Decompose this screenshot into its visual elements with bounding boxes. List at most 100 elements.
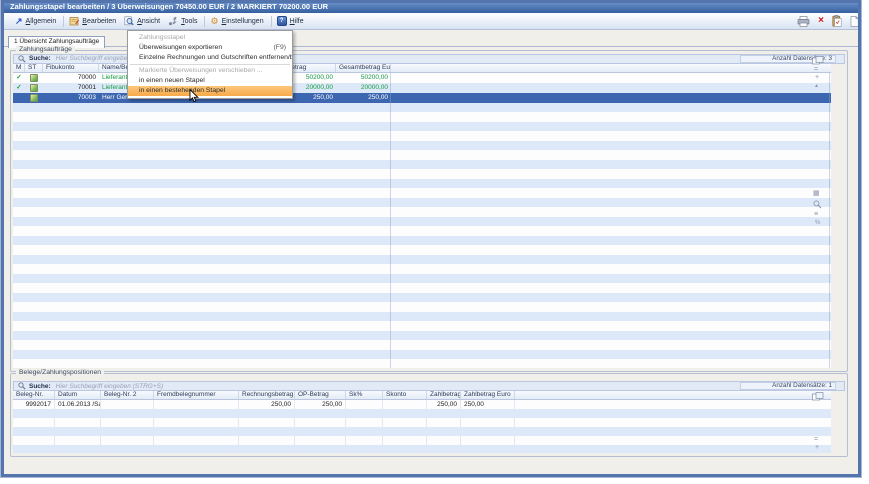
empty-row [13, 217, 831, 227]
empty-row [13, 160, 831, 170]
empty-row [13, 312, 831, 322]
cell [239, 418, 295, 427]
tools-menu: ZahlungsstapelÜberweisungen exportieren(… [127, 30, 293, 99]
empty-row [13, 198, 831, 208]
cell [515, 427, 831, 436]
search-label: Suche: [29, 55, 51, 62]
percent-icon[interactable]: % [815, 220, 820, 227]
row-lines-icon[interactable]: ≡ [814, 211, 818, 218]
menu-item[interactable]: Einzelne Rechnungen und Gutschriften ent… [128, 53, 292, 63]
menu-label: Ansicht [137, 18, 160, 25]
menu-label: Allgemein [26, 18, 57, 25]
cell [346, 427, 383, 436]
cell [154, 445, 239, 453]
payment-doc-icon [30, 94, 38, 102]
search-rows-icon[interactable] [813, 200, 822, 209]
empty-row [13, 179, 831, 189]
menu-item[interactable]: Überweisungen exportieren(F9) [128, 43, 292, 53]
table-row[interactable]: 999201701.06.2013 /Sa250,00250,00250,002… [13, 400, 831, 409]
grid-settings-icon[interactable]: ▦ [813, 190, 820, 197]
cell [13, 409, 55, 418]
help-icon: ? [277, 16, 287, 26]
empty-row [13, 122, 831, 132]
menu-einstellungen[interactable]: ⚙ Einstellungen [207, 16, 268, 27]
menu-shortcut: (F9) [274, 43, 286, 53]
cell [55, 418, 101, 427]
empty-row [13, 283, 831, 293]
grid-divider [829, 73, 830, 368]
menu-label: Hilfe [290, 18, 304, 25]
positions-search-input[interactable]: Suche: Hier Suchbegriff eingeben (STRG+S… [13, 381, 845, 391]
cell [13, 436, 55, 445]
cell [154, 436, 239, 445]
menu-allgemein[interactable]: ↗ Allgemein [12, 16, 61, 27]
cell: 250,00 [239, 400, 295, 409]
status-cell [25, 83, 43, 93]
column-header[interactable]: Rechnungsbetrag [239, 391, 295, 399]
cell [154, 400, 239, 409]
resize-rows-icon[interactable]: = [814, 436, 818, 443]
cell [101, 445, 154, 453]
menu-item[interactable]: in einen neuen Stapel [128, 76, 292, 86]
toolbar-separator [63, 16, 64, 27]
search-icon [18, 55, 26, 63]
cell [239, 445, 295, 453]
plus-icon[interactable]: + [815, 444, 819, 451]
column-header[interactable]: Zahlbetrag Euro [461, 391, 515, 399]
cell [55, 445, 101, 453]
column-chooser-icon[interactable] [812, 392, 824, 401]
menu-bearbeiten[interactable]: Bearbeiten [66, 15, 121, 27]
arrow-ne-icon: ↗ [15, 17, 23, 26]
menu-tools[interactable]: Tools [165, 15, 202, 27]
empty-row [13, 436, 831, 445]
sort-up-icon[interactable]: ▲ [814, 83, 819, 90]
payments-grid: MSTFibukontoName/BezeichnungGesamtbetrag… [13, 64, 831, 368]
column-header[interactable]: Datum [55, 391, 101, 399]
column-header[interactable]: Sk% [346, 391, 383, 399]
cell: 70000 [43, 73, 99, 83]
cell [55, 409, 101, 418]
new-document-icon[interactable] [850, 16, 859, 27]
plus-icon[interactable]: + [815, 74, 819, 81]
column-header[interactable]: Beleg-Nr. 2 [101, 391, 154, 399]
empty-row [13, 427, 831, 436]
menu-hilfe[interactable]: ? Hilfe [274, 15, 309, 27]
menu-label: Bearbeiten [82, 18, 116, 25]
resize-rows-icon[interactable]: = [814, 66, 818, 73]
empty-row [13, 321, 831, 331]
search-label: Suche: [29, 383, 51, 390]
cell [391, 83, 831, 93]
titlebar: Zahlungsstapel bearbeiten / 3 Überweisun… [1, 0, 861, 13]
cell [101, 418, 154, 427]
menubar: ↗ Allgemein Bearbeiten Ansicht Tools ⚙ E… [4, 13, 858, 30]
delete-icon[interactable]: × [818, 16, 824, 26]
column-header[interactable]: Fibukonto [43, 64, 99, 72]
paste-icon[interactable] [832, 15, 842, 27]
cell [427, 445, 461, 453]
column-header[interactable]: OP-Betrag [295, 391, 346, 399]
column-header[interactable]: ST [25, 64, 43, 72]
empty-row [13, 445, 831, 453]
column-header[interactable]: Zahlbetrag [427, 391, 461, 399]
cell [346, 436, 383, 445]
column-header[interactable]: Beleg-Nr. [13, 391, 55, 399]
empty-row [13, 340, 831, 350]
status-cell [25, 73, 43, 83]
cell [515, 418, 831, 427]
menu-ansicht[interactable]: Ansicht [121, 15, 165, 27]
column-chooser-icon[interactable] [812, 56, 824, 65]
column-header[interactable]: M [13, 64, 25, 72]
column-header[interactable]: Fremdbelegnummer [154, 391, 239, 399]
empty-row [13, 302, 831, 312]
empty-row [13, 264, 831, 274]
empty-row [13, 169, 831, 179]
cell: 20000,00 [336, 83, 391, 93]
menu-item[interactable]: in einen bestehenden Stapel [128, 86, 292, 96]
cell [13, 418, 55, 427]
column-header[interactable]: Gesamtbetrag Euro [336, 64, 391, 72]
cell [13, 93, 25, 103]
print-icon[interactable] [797, 16, 810, 27]
search-placeholder: Hier Suchbegriff eingeben (STRG+S) [56, 383, 163, 390]
empty-row [13, 350, 831, 360]
column-header[interactable]: Skonto [383, 391, 427, 399]
